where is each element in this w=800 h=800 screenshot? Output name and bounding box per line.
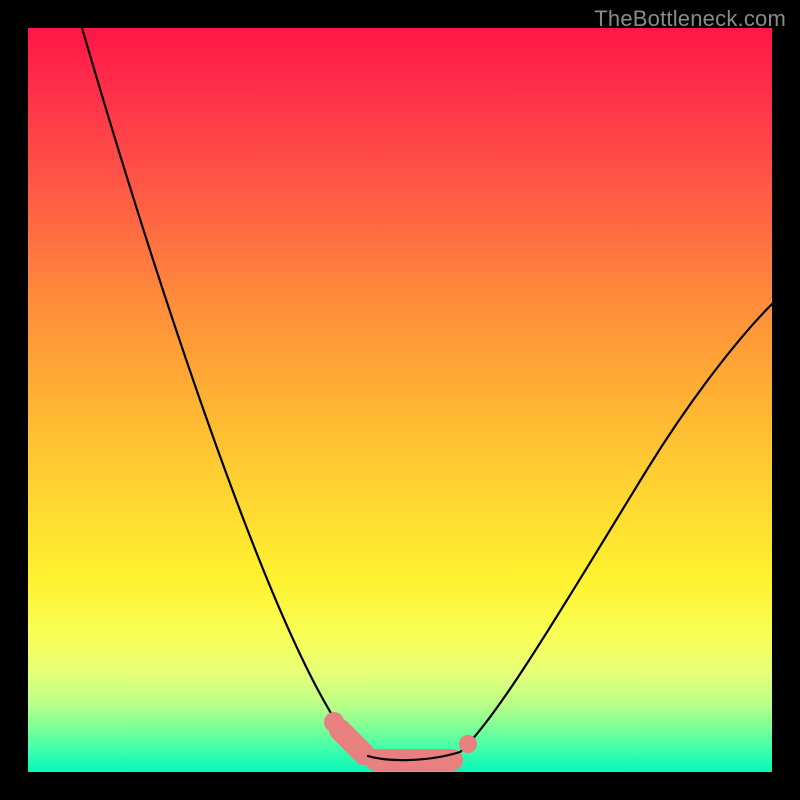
curve-left-branch (82, 28, 368, 756)
optimum-highlight-left-dot (324, 712, 344, 732)
curve-layer (28, 28, 772, 772)
optimum-highlight-left-stub (340, 730, 364, 754)
plot-area (28, 28, 772, 772)
chart-frame: TheBottleneck.com (0, 0, 800, 800)
optimum-highlight-right-dot (459, 735, 477, 753)
curve-right-branch (460, 304, 772, 752)
